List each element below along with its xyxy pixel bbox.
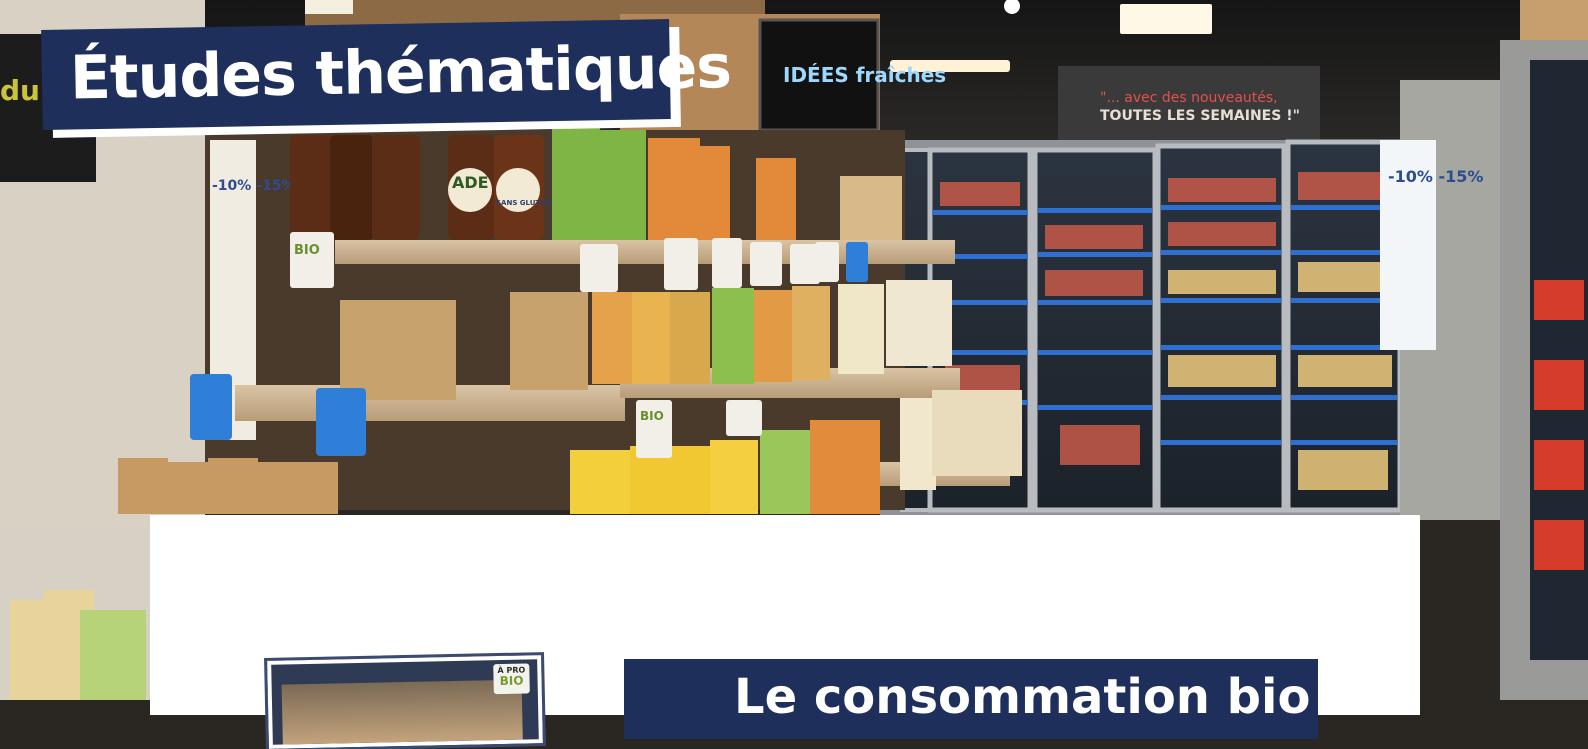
gluten-label: SANS GLUTEN xyxy=(496,199,551,207)
promo-tag-right: -10% -15% xyxy=(1388,167,1483,186)
thumbnail-image xyxy=(281,679,523,745)
ade-label: ADE xyxy=(452,173,489,192)
article-thumbnail[interactable]: À PRO BIO xyxy=(264,651,546,749)
bio-badge-icon: À PRO BIO xyxy=(493,663,530,695)
article-title-banner[interactable]: Le consommation bio xyxy=(624,659,1318,739)
left-edge-sign-text: du xyxy=(0,74,40,107)
bio-badge-bottom: BIO xyxy=(499,673,524,689)
ideas-sign-text: IDÉES fraîches xyxy=(783,63,946,87)
article-card[interactable]: À PRO BIO Le consommation bio xyxy=(150,515,1420,749)
promo-tag-left: -10% -15% xyxy=(212,178,296,194)
bio-shelf-tag: BIO xyxy=(294,243,320,258)
article-title[interactable]: Le consommation bio xyxy=(734,669,1310,725)
bio-shelf-tag-2: BIO xyxy=(640,409,664,423)
weekly-sign-line1: "... avec des nouveautés, xyxy=(1100,90,1278,106)
page-title-banner: Études thématiques xyxy=(41,19,732,130)
weekly-sign-line2: TOUTES LES SEMAINES !" xyxy=(1100,108,1300,124)
page-title: Études thématiques xyxy=(69,31,732,114)
